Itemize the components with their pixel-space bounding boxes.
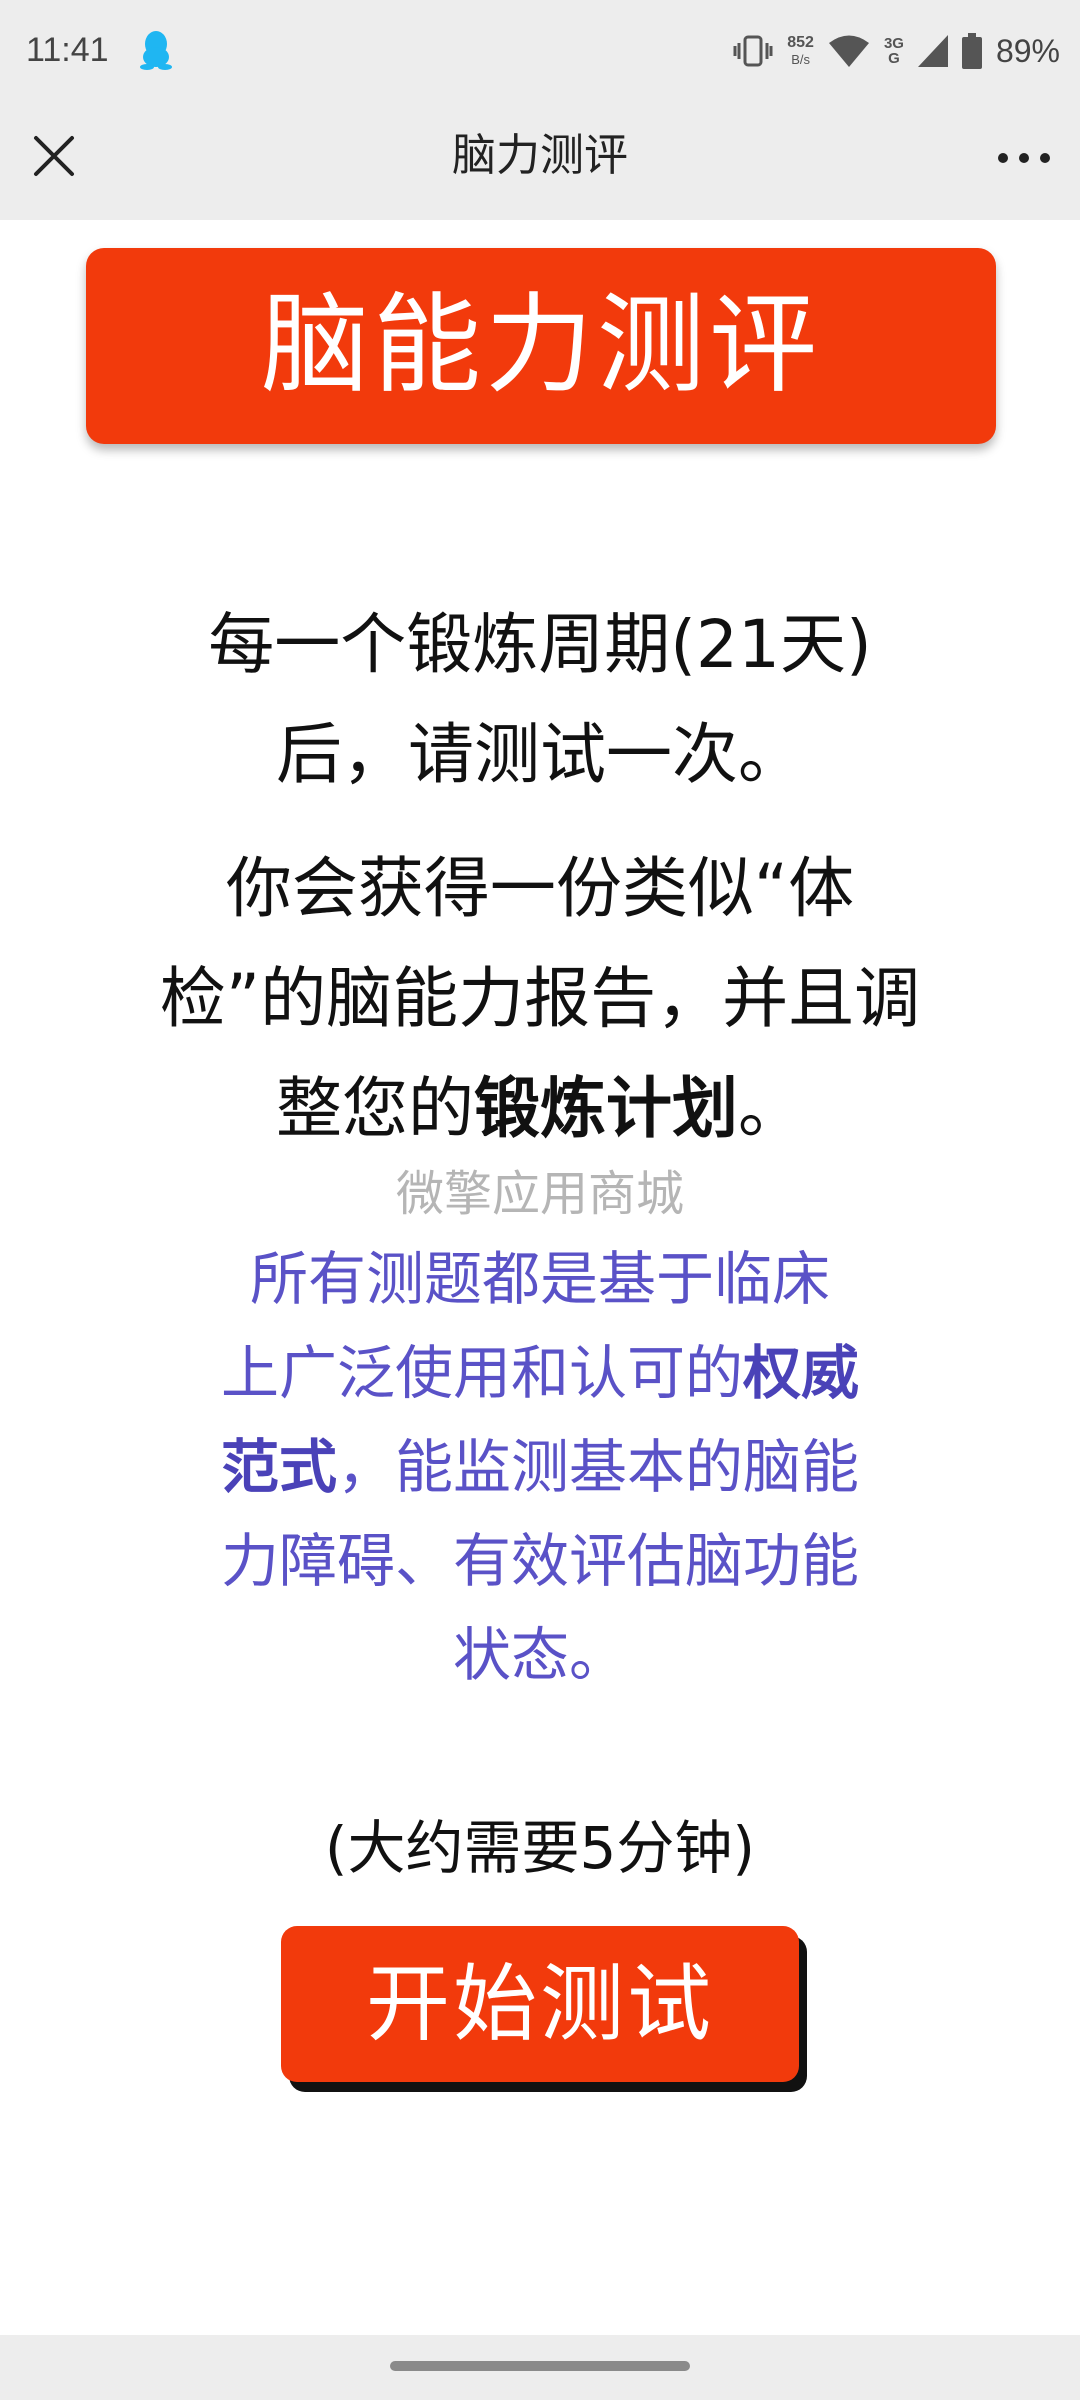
report-line-1: 你会获得一份类似“体 — [225, 850, 855, 927]
duration-note: (大约需要5分钟) — [324, 1814, 756, 1882]
close-icon[interactable] — [26, 128, 82, 184]
page-title: 脑力测评 — [452, 130, 628, 181]
authority-text: 权威 — [743, 1339, 860, 1407]
intro-paragraph: 每一个锻炼周期(21天) 后，请测试一次。 — [80, 590, 1000, 810]
training-plan-text: 锻炼计划 — [474, 1070, 738, 1147]
status-icons: 852 B/s 3G G 89% — [733, 26, 1060, 76]
intro-line-2: 后，请测试一次。 — [276, 716, 804, 793]
main-content: 脑能力测评 每一个锻炼周期(21天) 后，请测试一次。 你会获得一份类似“体 检… — [0, 220, 1080, 2335]
desc-line-3-suffix: ，能监测基本的脑能 — [337, 1433, 860, 1501]
more-dot — [1019, 153, 1029, 163]
desc-line-2: 上广泛使用和认可的权威 — [160, 1326, 920, 1420]
vibrate-icon — [733, 35, 773, 67]
report-line-2: 检”的脑能力报告，并且调 — [159, 960, 921, 1037]
home-indicator[interactable] — [390, 2361, 690, 2371]
net-speed-value: 852 — [787, 34, 814, 51]
status-bar: 11:41 852 B/s 3G G 89% — [0, 0, 1080, 100]
desc-line-3: 范式，能监测基本的脑能 — [160, 1420, 920, 1514]
report-line-3-prefix: 整您的 — [276, 1070, 474, 1147]
intro-line-1: 每一个锻炼周期(21天) — [208, 606, 872, 683]
paradigm-text: 范式 — [220, 1433, 337, 1501]
nav-bar: 脑力测评 — [0, 100, 1080, 220]
network-type-top: 3G — [883, 35, 904, 52]
desc-line-1: 所有测题都是基于临床 — [249, 1245, 830, 1313]
wifi-icon — [828, 35, 869, 67]
network-type-bottom: G — [888, 50, 900, 67]
desc-line-5: 状态。 — [452, 1621, 627, 1689]
watermark: 微擎应用商城 — [395, 1166, 684, 1222]
status-time: 11:41 — [26, 31, 109, 69]
battery-icon — [961, 33, 982, 69]
network-type: 3G G — [884, 36, 904, 66]
signal-icon — [917, 35, 948, 67]
title-banner: 脑能力测评 — [86, 248, 996, 444]
more-dot — [998, 153, 1008, 163]
more-dot — [1040, 153, 1050, 163]
qq-icon — [140, 31, 172, 70]
report-line-3: 整您的锻炼计划。 — [80, 1054, 1000, 1164]
battery-percent: 89% — [995, 32, 1060, 69]
report-paragraph: 你会获得一份类似“体 检”的脑能力报告，并且调 整您的锻炼计划。 — [80, 834, 1000, 1164]
more-icon[interactable] — [992, 130, 1056, 186]
net-speed-unit: B/s — [791, 52, 810, 67]
desc-line-4: 力障碍、有效评估脑功能 — [220, 1527, 859, 1595]
start-test-button[interactable]: 开始测试 — [281, 1926, 799, 2082]
net-speed: 852 B/s — [787, 34, 814, 68]
desc-line-2-prefix: 上广泛使用和认可的 — [220, 1339, 743, 1407]
gesture-bar — [0, 2335, 1080, 2400]
report-line-3-suffix: 。 — [738, 1070, 804, 1147]
description-paragraph: 所有测题都是基于临床 上广泛使用和认可的权威 范式，能监测基本的脑能 力障碍、有… — [160, 1232, 920, 1702]
